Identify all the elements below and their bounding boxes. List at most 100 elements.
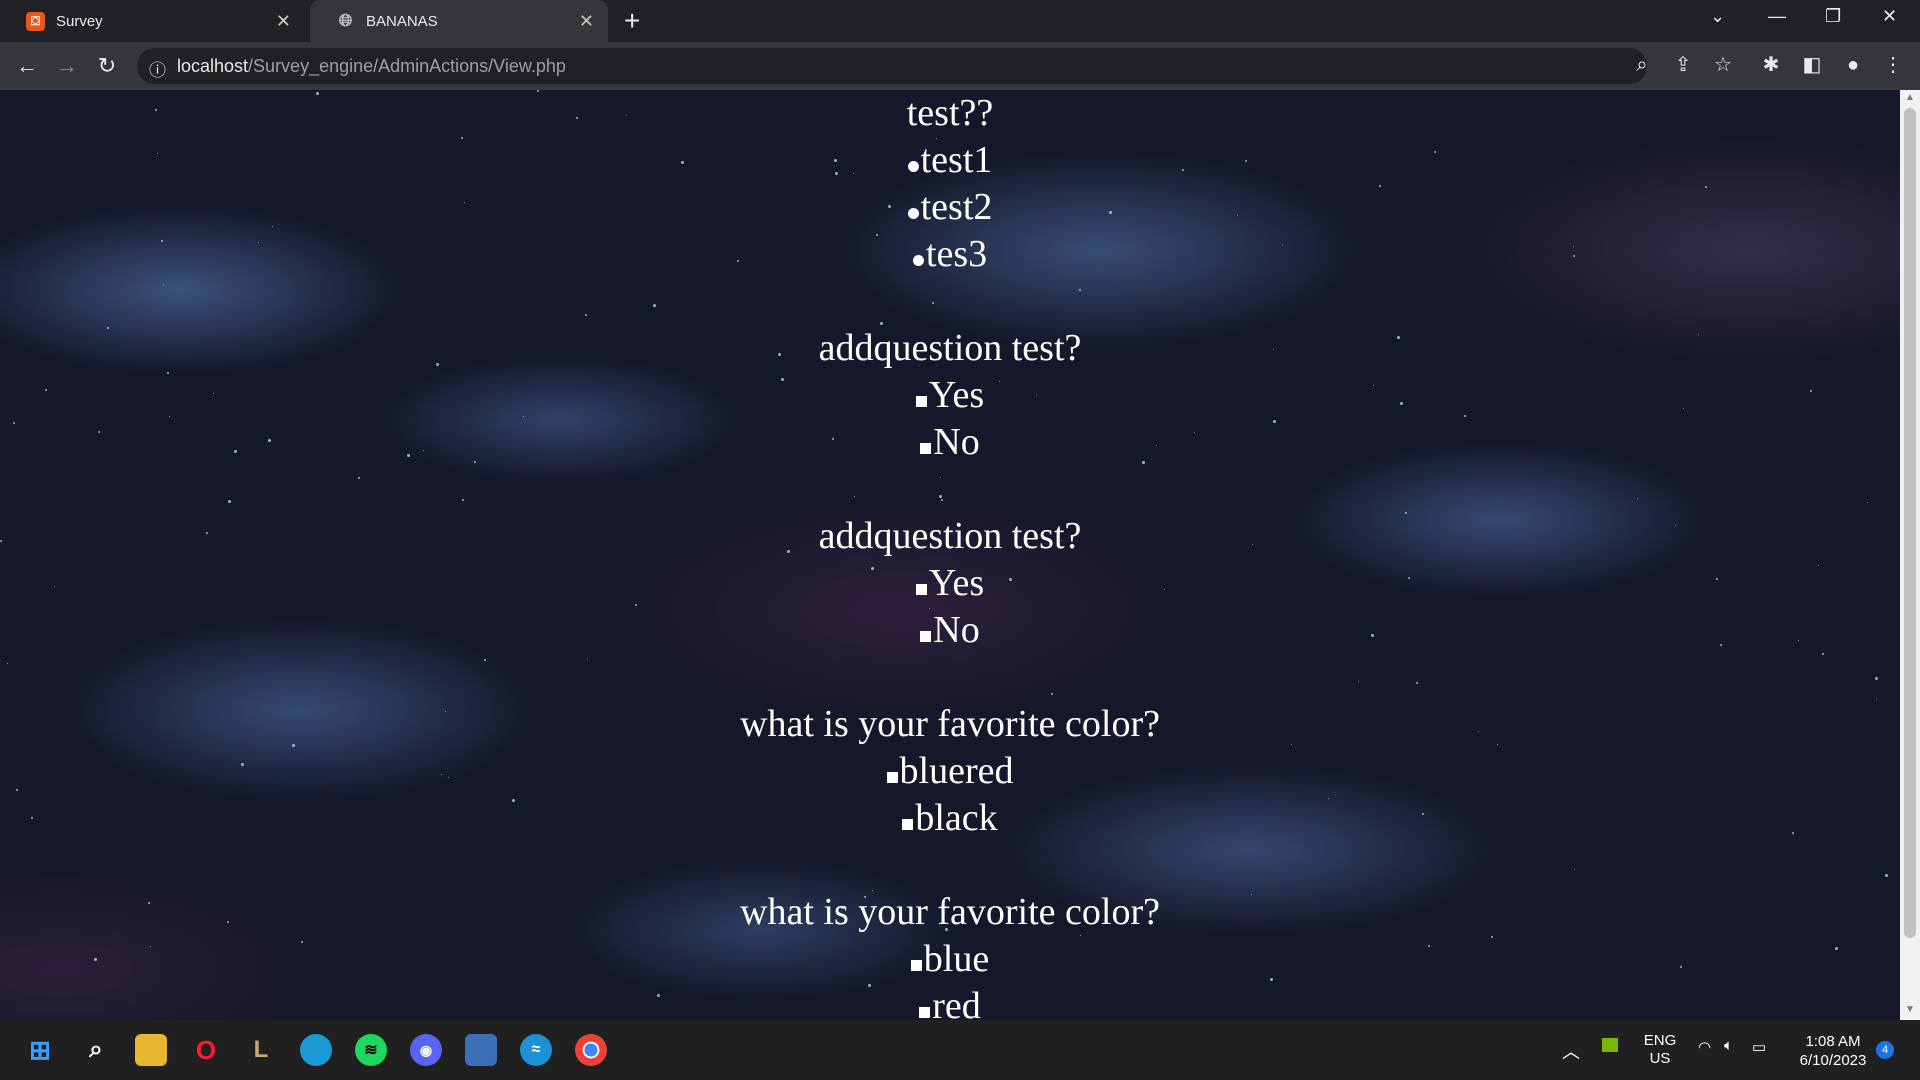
square-bullet-icon [920, 630, 932, 642]
show-hidden-icons-chevron[interactable]: ︿ [1562, 1038, 1580, 1064]
notification-badge[interactable]: 4 [1876, 1041, 1894, 1059]
back-button[interactable]: ← [12, 51, 42, 81]
league-icon[interactable]: L [245, 1034, 277, 1066]
address-bar[interactable]: ⓘ localhost/Survey_engine/AdminActions/V… [137, 48, 1647, 84]
square-bullet-icon [915, 583, 927, 595]
square-bullet-icon [910, 959, 922, 971]
option-item: red [0, 983, 1900, 1020]
question-block: addquestion test? Yes No [0, 325, 1900, 466]
region-code: US [1649, 1050, 1671, 1067]
option-label: tes3 [925, 233, 988, 275]
reload-button[interactable]: ↻ [92, 51, 122, 81]
search-icon[interactable]: ⌕ [80, 1034, 112, 1066]
question-block: what is your favorite color? blue red [0, 889, 1900, 1020]
bookmark-star-icon[interactable]: ☆ [1710, 52, 1736, 78]
chrome-icon[interactable] [575, 1034, 607, 1066]
notification-count: 4 [1881, 1044, 1889, 1056]
question-block: what is your favorite color? bluered bla… [0, 701, 1900, 842]
survey-favicon-icon: ⛋ [26, 11, 45, 31]
battery-icon[interactable]: ▭ [1752, 1038, 1766, 1056]
tab-label: BANANAS [366, 12, 438, 30]
question-block: test?? test1 test2 tes3 [0, 90, 1900, 278]
radio-bullet-icon [912, 254, 924, 266]
browser-toolbar: ← → ↻ ⓘ localhost/Survey_engine/AdminAct… [0, 42, 1920, 90]
option-item: Yes [0, 560, 1900, 607]
scroll-up-arrow-icon[interactable]: ▲ [1905, 92, 1915, 103]
opera-icon[interactable]: O [190, 1034, 222, 1066]
unknown-app-icon[interactable]: ≈ [520, 1034, 552, 1066]
option-item: black [0, 795, 1900, 842]
minimize-button[interactable]: — [1768, 6, 1786, 27]
question-text: what is your favorite color? [740, 891, 1160, 933]
option-label: Yes [928, 374, 985, 416]
tab-survey[interactable]: ⛋ Survey ✕ [0, 0, 305, 42]
url-text[interactable]: localhost/Survey_engine/AdminActions/Vie… [177, 56, 566, 77]
option-label: black [915, 797, 998, 839]
option-item: test1 [0, 137, 1900, 184]
edge-icon[interactable] [300, 1034, 332, 1066]
option-item: No [0, 607, 1900, 654]
radio-bullet-icon [907, 160, 919, 172]
share-icon[interactable]: ⇪ [1670, 52, 1696, 78]
url-host: localhost [177, 56, 249, 76]
question-text: test?? [906, 92, 994, 134]
radio-bullet-icon [907, 207, 919, 219]
option-label: No [933, 421, 980, 463]
question-block: addquestion test? Yes No [0, 513, 1900, 654]
globe-icon: 🌐︎ [338, 11, 353, 30]
site-info-icon[interactable]: ⓘ [149, 56, 166, 81]
url-path: /Survey_engine/AdminActions/View.php [248, 56, 566, 76]
option-item: blue [0, 936, 1900, 983]
extensions-icon[interactable]: ✱ [1758, 52, 1784, 78]
restore-button[interactable]: ❐ [1825, 6, 1841, 27]
survey-view: test?? test1 test2 tes3 addquestion test… [0, 90, 1900, 1020]
tab-search-chevron-icon[interactable]: ⌄ [1710, 6, 1725, 27]
file-explorer-icon[interactable] [135, 1034, 167, 1066]
virtualbox-icon[interactable] [465, 1034, 497, 1066]
option-label: test2 [920, 186, 993, 228]
tab-bananas[interactable]: 🌐︎ BANANAS ✕ [310, 0, 608, 42]
zoom-icon[interactable]: ⌕ [1629, 52, 1655, 78]
option-label: red [932, 985, 981, 1020]
square-bullet-icon [886, 771, 898, 783]
browser-tab-bar: ⛋ Survey ✕ 🌐︎ BANANAS ✕ + ⌄ — ❐ ✕ [0, 0, 1920, 42]
option-item: tes3 [0, 231, 1900, 278]
scrollbar-thumb[interactable] [1904, 108, 1916, 938]
question-text: what is your favorite color? [740, 703, 1160, 745]
option-item: Yes [0, 372, 1900, 419]
option-label: bluered [899, 750, 1014, 792]
close-tab-icon[interactable]: ✕ [276, 11, 291, 32]
close-tab-icon[interactable]: ✕ [579, 11, 594, 32]
question-text: addquestion test? [818, 327, 1082, 369]
profile-icon[interactable]: ● [1840, 52, 1866, 78]
square-bullet-icon [915, 395, 927, 407]
option-label: Yes [928, 562, 985, 604]
page-viewport: test?? test1 test2 tes3 addquestion test… [0, 90, 1900, 1020]
language-indicator[interactable]: ENG US [1640, 1032, 1680, 1068]
question-text: addquestion test? [818, 515, 1082, 557]
menu-icon[interactable]: ⋮ [1880, 52, 1906, 78]
windows-taskbar: ⊞ ⌕ O L ≋ ◉ ≈ ︿ ENG US ◠ 🔈︎ ▭ 1:08 AM 6/… [0, 1020, 1920, 1080]
option-label: blue [923, 938, 990, 980]
nvidia-tray-icon[interactable] [1602, 1038, 1618, 1052]
windows-start-icon[interactable]: ⊞ [24, 1034, 56, 1066]
square-bullet-icon [920, 442, 932, 454]
square-bullet-icon [919, 1006, 931, 1018]
clock-time: 1:08 AM [1805, 1033, 1861, 1050]
option-label: test1 [920, 139, 993, 181]
square-bullet-icon [902, 818, 914, 830]
clock-date: 6/10/2023 [1799, 1052, 1867, 1069]
side-panel-icon[interactable]: ◧ [1799, 52, 1825, 78]
close-window-button[interactable]: ✕ [1882, 6, 1897, 27]
option-item: test2 [0, 184, 1900, 231]
new-tab-button[interactable]: + [624, 5, 640, 37]
clock[interactable]: 1:08 AM 6/10/2023 [1788, 1032, 1878, 1070]
tab-label: Survey [56, 12, 103, 30]
forward-button[interactable]: → [52, 51, 82, 81]
vertical-scrollbar[interactable]: ▲ ▼ [1900, 90, 1920, 1020]
scroll-down-arrow-icon[interactable]: ▼ [1905, 1004, 1915, 1015]
volume-icon[interactable]: 🔈︎ [1724, 1037, 1733, 1054]
discord-icon[interactable]: ◉ [410, 1034, 442, 1066]
spotify-icon[interactable]: ≋ [355, 1034, 387, 1066]
wifi-icon[interactable]: ◠ [1698, 1038, 1711, 1056]
